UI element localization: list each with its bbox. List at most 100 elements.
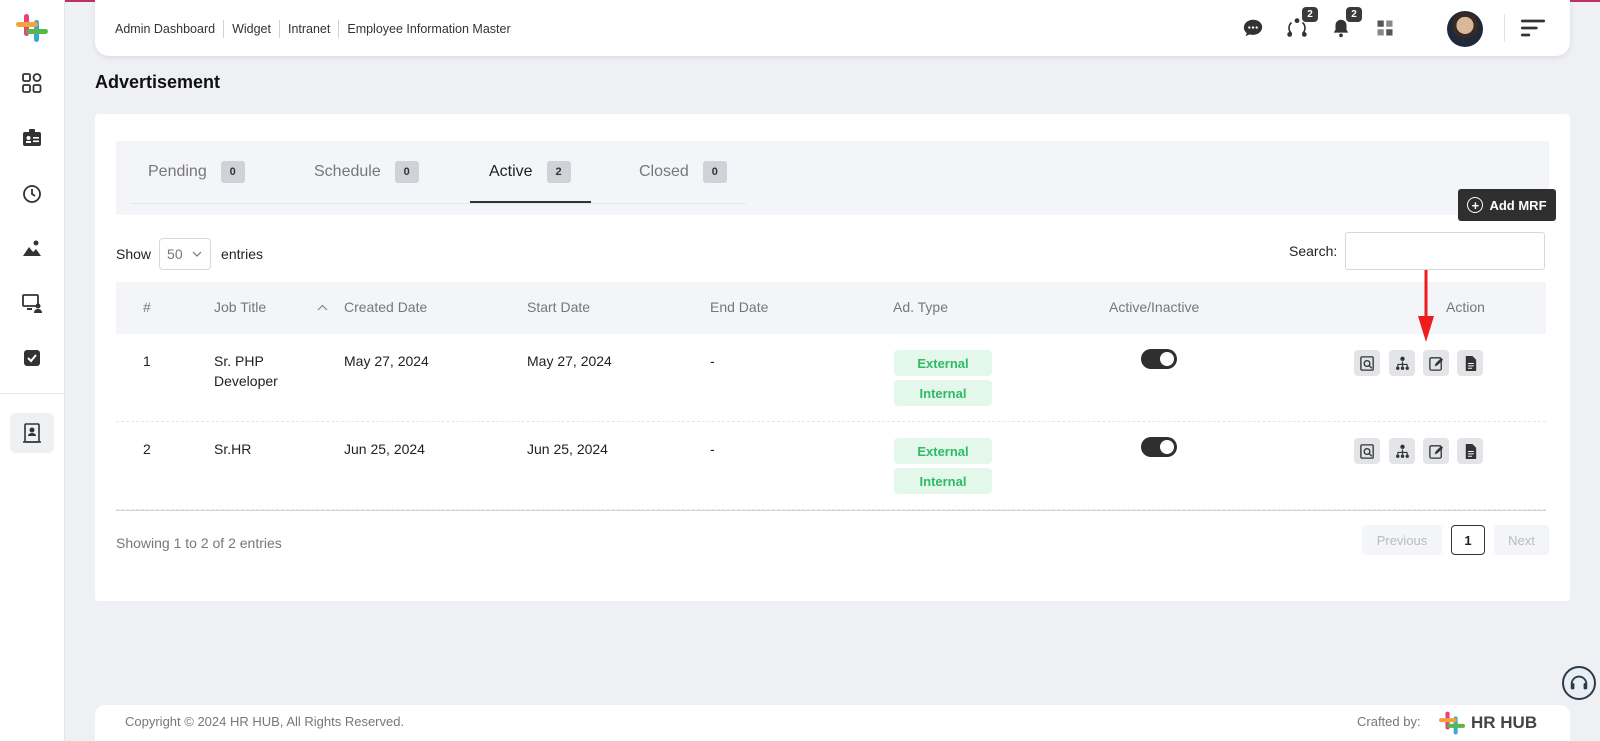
column-header-end-date[interactable]: End Date [710,299,768,315]
tabs-baseline [130,203,746,204]
ad-type-badge: External [894,350,992,376]
column-header-job-title[interactable]: Job Title [214,299,266,315]
table-info: Showing 1 to 2 of 2 entries [116,535,282,551]
support-chat-button[interactable] [1562,666,1596,700]
previous-page-button[interactable]: Previous [1362,525,1442,555]
next-page-button[interactable]: Next [1494,525,1549,555]
tab-label: Pending [148,163,207,180]
table-bottom-border [116,510,1546,511]
job-title-line: Sr. PHP [214,353,264,369]
sidebar-item-training[interactable] [10,283,54,323]
checkbox-icon [24,350,40,366]
notification-count-badge: 2 [1346,7,1362,22]
sidebar-divider [0,393,65,394]
entries-length-control: Show 50 entries [116,238,263,270]
sidebar-item-recruitment[interactable] [10,413,54,453]
view-applicants-button[interactable] [1354,438,1380,464]
row-number: 2 [143,441,151,457]
edit-button[interactable] [1423,438,1449,464]
tab-label: Active [489,163,533,180]
plus-circle-icon: + [1467,197,1484,213]
active-toggle[interactable] [1141,349,1177,369]
crafted-by-label: Crafted by: [1357,714,1421,729]
tab-count-badge: 0 [394,161,419,183]
sort-ascending-icon[interactable] [317,304,328,311]
created-date: Jun 25, 2024 [344,441,425,457]
table-row: 2 Sr.HR Jun 25, 2024 Jun 25, 2024 - Exte… [116,422,1546,510]
search-document-icon [1359,355,1374,371]
document-button[interactable] [1457,438,1483,464]
start-date: May 27, 2024 [527,353,612,369]
monitor-user-icon [22,294,42,313]
top-header: Admin Dashboard Widget Intranet Employee… [95,0,1570,56]
table-row: 1 Sr. PHP Developer May 27, 2024 May 27,… [116,334,1546,422]
column-header-created-date[interactable]: Created Date [344,299,427,315]
column-header-action[interactable]: Action [1446,299,1485,315]
apps-button[interactable] [1372,15,1398,41]
hrhub-logo[interactable] [14,12,50,44]
sidebar-item-dashboard[interactable] [10,63,54,103]
tabs-bar: Pending 0 Schedule 0 Active 2 Closed 0 +… [116,141,1556,221]
sidebar-item-attendance[interactable] [10,173,54,213]
show-label: Show [116,246,152,262]
org-chart-icon [1395,356,1409,370]
dashboard-icon [22,73,42,93]
entries-select[interactable]: 50 [159,238,212,270]
column-header-ad-type[interactable]: Ad. Type [893,299,948,315]
tab-closed[interactable]: Closed 0 [639,141,727,203]
search-input[interactable] [1345,232,1546,270]
tab-pending[interactable]: Pending 0 [148,141,245,203]
notifications-button[interactable]: 2 [1328,7,1362,41]
column-header-start-date[interactable]: Start Date [527,299,590,315]
table-header: # Job Title Created Date Start Date End … [116,282,1546,334]
edit-icon [1428,356,1443,371]
tab-schedule[interactable]: Schedule 0 [314,141,419,203]
breadcrumb-employee-information-master[interactable]: Employee Information Master [339,20,518,38]
red-arrow-annotation [1418,270,1434,342]
sidebar-item-tasks[interactable] [10,338,54,378]
copyright-text: Copyright © 2024 HR HUB, All Rights Rese… [125,714,405,729]
hierarchy-button[interactable] [1389,438,1415,464]
column-header-active-inactive[interactable]: Active/Inactive [1109,299,1199,315]
network-button[interactable]: 2 [1284,7,1318,41]
tab-count-badge: 0 [220,161,245,183]
sidebar-item-gallery[interactable] [10,228,54,268]
active-tab-indicator [470,201,591,203]
add-mrf-button[interactable]: + Add MRF [1458,189,1556,221]
row-number: 1 [143,353,151,369]
footer-brand-name: HR HUB [1471,713,1538,732]
document-icon [1465,355,1476,371]
chevron-down-icon [192,251,202,257]
search-document-icon [1359,443,1374,459]
hrhub-logo-icon [1439,711,1465,735]
header-divider [1504,14,1505,42]
tab-active[interactable]: Active 2 [489,141,571,203]
breadcrumb-intranet[interactable]: Intranet [280,20,340,38]
column-header-number[interactable]: # [143,299,151,315]
footer: Copyright © 2024 HR HUB, All Rights Rese… [95,705,1570,741]
sidebar [0,0,65,741]
image-icon [23,240,41,256]
network-count-badge: 2 [1302,7,1318,22]
footer-brand[interactable]: HR HUB [1437,710,1537,736]
page-title: Advertisement [95,72,221,92]
entries-label: entries [221,246,264,262]
entries-select-value: 50 [167,246,183,262]
view-applicants-button[interactable] [1354,350,1380,376]
menu-toggle-button[interactable] [1520,15,1546,41]
job-title-line: Developer [214,373,278,389]
chat-button[interactable] [1240,15,1266,41]
active-toggle[interactable] [1141,437,1177,457]
start-date: Jun 25, 2024 [527,441,608,457]
document-icon [1465,443,1476,459]
sidebar-item-employee[interactable] [10,118,54,158]
user-avatar[interactable] [1447,11,1483,47]
breadcrumb-widget[interactable]: Widget [224,20,280,38]
edit-icon [1428,444,1443,459]
breadcrumb-admin-dashboard[interactable]: Admin Dashboard [115,20,225,38]
hierarchy-button[interactable] [1389,350,1415,376]
edit-button[interactable] [1423,350,1449,376]
document-button[interactable] [1457,350,1483,376]
end-date: - [710,353,715,369]
page-1-button[interactable]: 1 [1451,525,1485,555]
